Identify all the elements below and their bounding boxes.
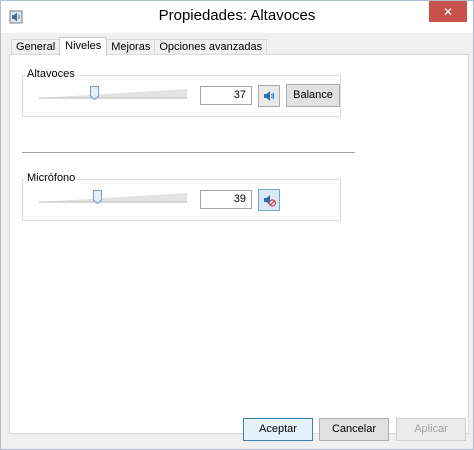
speakers-label: Altavoces — [25, 68, 77, 80]
properties-window: Propiedades: Altavoces ✕ General Niveles… — [0, 0, 474, 450]
window-title: Propiedades: Altavoces — [158, 7, 316, 24]
tab-strip: General Niveles Mejoras Opciones avanzad… — [11, 37, 268, 56]
tab-niveles[interactable]: Niveles — [59, 37, 108, 56]
slider-ramp — [39, 193, 187, 203]
speakers-level-input[interactable]: 37 — [200, 86, 252, 105]
group-divider — [22, 152, 355, 153]
title-bar[interactable]: Propiedades: Altavoces ✕ — [1, 1, 473, 33]
close-button[interactable]: ✕ — [429, 1, 467, 22]
speaker-muted-icon — [264, 195, 276, 207]
slider-ramp — [39, 89, 187, 99]
speakers-slider-thumb[interactable] — [90, 86, 99, 100]
tab-mejoras[interactable]: Mejoras — [106, 39, 156, 55]
microphone-mute-button[interactable] — [258, 189, 280, 211]
speakers-mute-button[interactable] — [258, 85, 280, 107]
cancel-button[interactable]: Cancelar — [319, 418, 389, 441]
ok-button[interactable]: Aceptar — [243, 418, 313, 441]
tab-opciones-avanzadas[interactable]: Opciones avanzadas — [154, 39, 268, 55]
apply-button[interactable]: Aplicar — [396, 418, 466, 441]
microphone-slider-thumb[interactable] — [93, 190, 102, 204]
microphone-label: Micrófono — [25, 172, 78, 184]
balance-button[interactable]: Balance — [286, 84, 340, 107]
speakers-volume-slider[interactable] — [39, 84, 187, 106]
speaker-icon — [264, 91, 275, 101]
microphone-volume-slider[interactable] — [39, 188, 187, 210]
tab-general[interactable]: General — [11, 39, 61, 55]
microphone-group: Micrófono 39 — [22, 172, 341, 221]
levels-panel: Altavoces 37 Balance Micrófono 39 — [9, 54, 469, 434]
speakers-group: Altavoces 37 Balance — [22, 68, 341, 117]
dialog-client: General Niveles Mejoras Opciones avanzad… — [7, 33, 469, 434]
close-icon: ✕ — [442, 4, 454, 19]
microphone-level-input[interactable]: 39 — [200, 190, 252, 209]
